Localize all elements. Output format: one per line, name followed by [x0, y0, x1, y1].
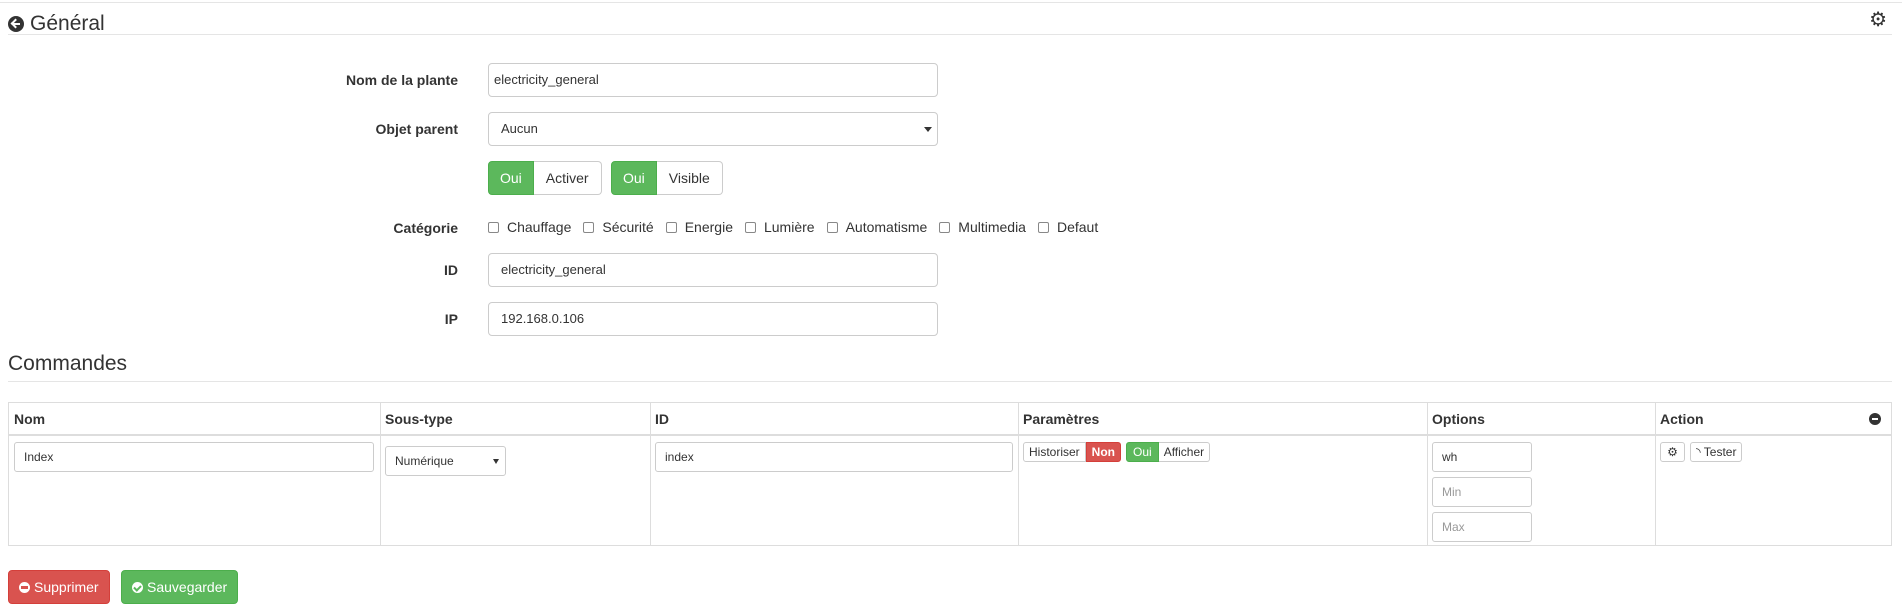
- category-defaut[interactable]: Defaut: [1037, 219, 1098, 235]
- back-arrow-icon[interactable]: [8, 16, 24, 32]
- unit-input[interactable]: wh: [1432, 442, 1532, 472]
- checkbox[interactable]: [939, 221, 951, 233]
- page-header: Général: [8, 12, 105, 36]
- save-button[interactable]: Sauvegarder: [121, 570, 239, 604]
- parent-select-value: Aucun: [501, 121, 538, 136]
- gears-icon[interactable]: ⚙: [1869, 10, 1887, 30]
- parent-select[interactable]: Aucun: [488, 112, 938, 146]
- parent-label: Objet parent: [375, 121, 458, 137]
- commands-title: Commandes: [8, 352, 128, 375]
- category-automatisme[interactable]: Automatisme: [826, 219, 927, 235]
- historiser-non-button[interactable]: Non: [1085, 442, 1121, 462]
- column-header: Sous-type: [385, 411, 453, 427]
- visible-toggle[interactable]: Oui Visible: [611, 161, 723, 195]
- subtype-select[interactable]: Numérique: [385, 446, 506, 476]
- ip-input[interactable]: 192.168.0.106: [488, 302, 938, 336]
- category-multimedia[interactable]: Multimedia: [939, 219, 1026, 235]
- checkbox[interactable]: [488, 221, 499, 233]
- divider: [8, 381, 1892, 382]
- activer-toggle[interactable]: Oui Activer: [488, 161, 602, 195]
- visible-oui-button[interactable]: Oui: [611, 161, 657, 195]
- column-sous-type: Sous-type Numérique: [380, 403, 651, 545]
- visible-label-button[interactable]: Visible: [656, 161, 723, 195]
- gears-icon: ⚙: [1667, 445, 1678, 459]
- afficher-label[interactable]: Afficher: [1158, 442, 1211, 462]
- checkbox[interactable]: [744, 221, 756, 233]
- name-input[interactable]: electricity_general: [488, 63, 938, 97]
- afficher-oui-button[interactable]: Oui: [1126, 442, 1159, 462]
- name-label: Nom de la plante: [345, 72, 458, 88]
- column-id: ID index: [650, 403, 1019, 545]
- command-name-input[interactable]: Index: [14, 442, 374, 472]
- column-parametres: Paramètres Historiser Non Oui Afficher: [1018, 403, 1428, 545]
- tester-label: Tester: [1703, 445, 1737, 459]
- column-nom: Nom Index: [9, 403, 381, 545]
- afficher-toggle[interactable]: Oui Afficher: [1126, 442, 1211, 462]
- delete-label: Supprimer: [34, 579, 99, 595]
- minus-circle-icon: [19, 581, 30, 593]
- checkbox[interactable]: [826, 221, 838, 233]
- caret-down-icon: [924, 127, 932, 132]
- command-id-input[interactable]: index: [655, 442, 1013, 472]
- check-circle-icon: [132, 581, 143, 593]
- save-label: Sauvegarder: [147, 579, 228, 595]
- category-chauffage[interactable]: Chauffage: [488, 219, 571, 235]
- id-input[interactable]: electricity_general: [488, 253, 938, 287]
- commands-table: Nom Index Sous-type Numérique ID index P…: [8, 402, 1892, 546]
- remove-command-icon[interactable]: [1869, 413, 1881, 425]
- rss-icon: ◝: [1696, 445, 1701, 459]
- configure-command-button[interactable]: ⚙: [1660, 442, 1685, 462]
- max-input[interactable]: Max: [1432, 512, 1532, 542]
- checkbox[interactable]: [1037, 221, 1049, 233]
- column-header: ID: [655, 411, 669, 427]
- column-header: Options: [1432, 411, 1485, 427]
- category-list: Chauffage Sécurité Energie Lumière Autom…: [488, 219, 1110, 235]
- category-securite[interactable]: Sécurité: [583, 219, 654, 235]
- caret-down-icon: [493, 459, 499, 464]
- delete-button[interactable]: Supprimer: [8, 570, 110, 604]
- id-label: ID: [444, 262, 458, 278]
- category-label: Catégorie: [393, 220, 458, 236]
- subtype-select-value: Numérique: [395, 454, 454, 468]
- column-header: Nom: [14, 411, 46, 427]
- category-energie[interactable]: Energie: [665, 219, 733, 235]
- page-title: Général: [30, 12, 105, 35]
- checkbox[interactable]: [665, 221, 677, 233]
- column-action: Action ⚙ ◝ Tester: [1655, 403, 1891, 545]
- top-border: [0, 2, 1902, 3]
- activer-oui-button[interactable]: Oui: [488, 161, 534, 195]
- column-header: Paramètres: [1023, 411, 1100, 427]
- column-header: Action: [1660, 411, 1704, 427]
- min-input[interactable]: Min: [1432, 477, 1532, 507]
- ip-label: IP: [444, 311, 458, 327]
- activer-label-button[interactable]: Activer: [533, 161, 602, 195]
- historiser-toggle[interactable]: Historiser Non: [1023, 442, 1121, 462]
- historiser-label[interactable]: Historiser: [1023, 442, 1086, 462]
- divider: [8, 34, 1892, 35]
- tester-button[interactable]: ◝ Tester: [1690, 442, 1743, 462]
- checkbox[interactable]: [583, 221, 595, 233]
- category-lumiere[interactable]: Lumière: [744, 219, 815, 235]
- column-options: Options wh Min Max: [1427, 403, 1656, 545]
